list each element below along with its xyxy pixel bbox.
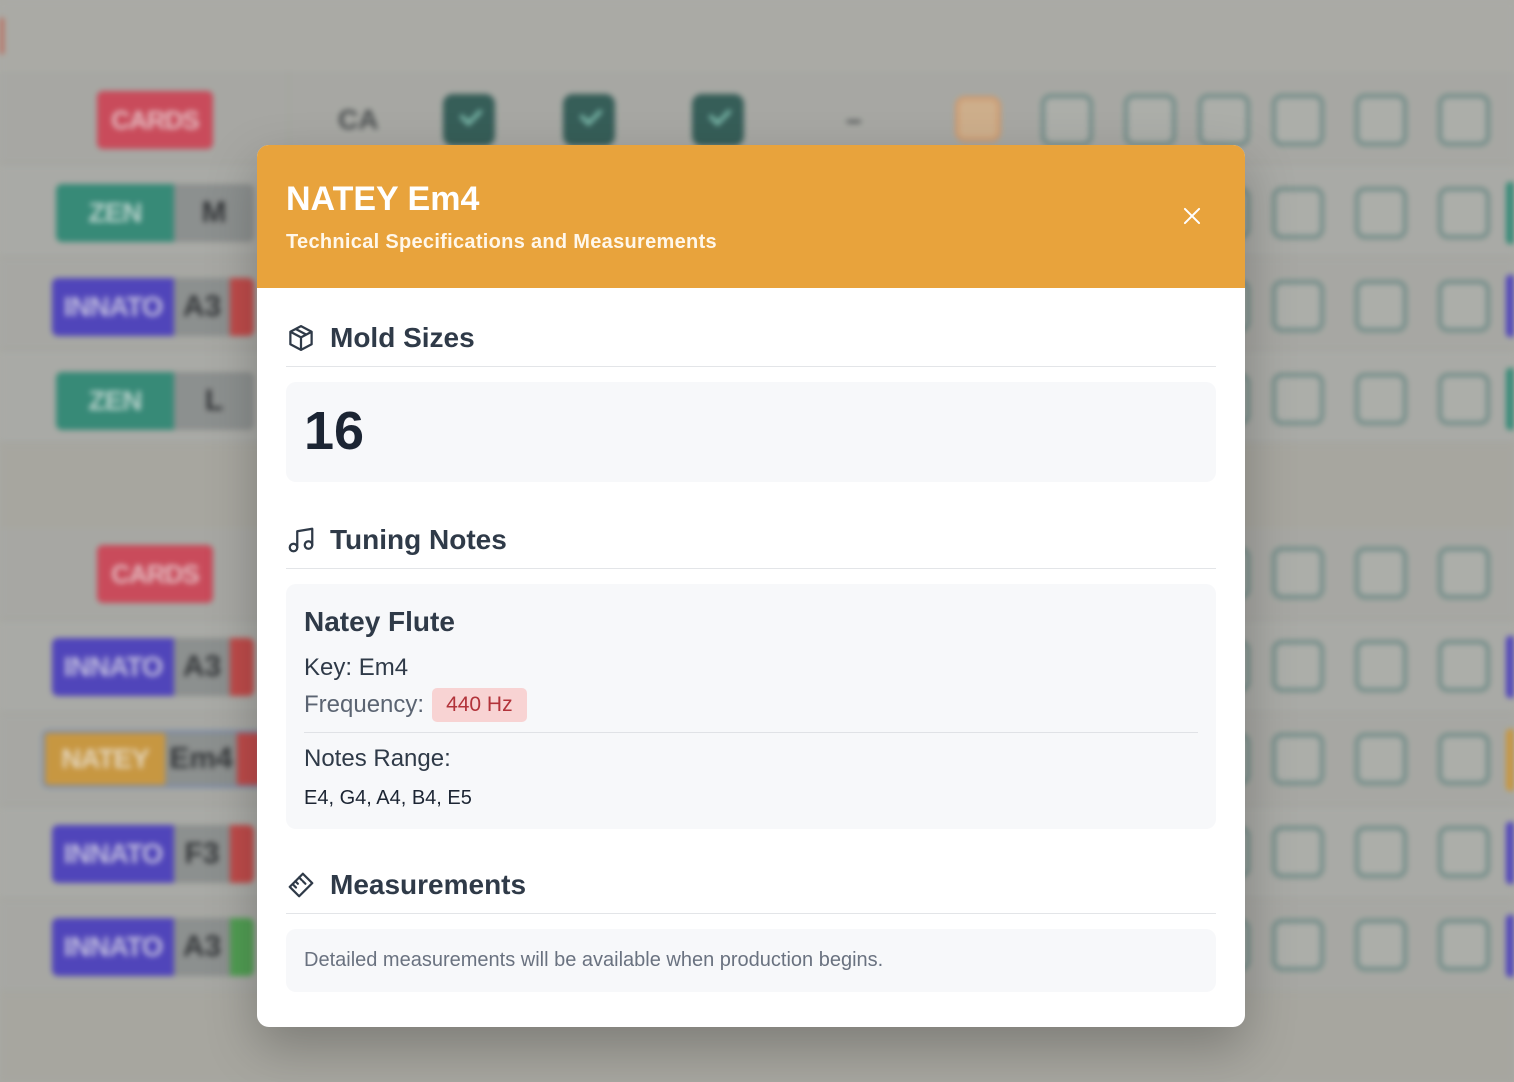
mold-size-value: 16 (304, 401, 365, 461)
music-note-icon (288, 527, 314, 553)
tuning-notes-panel: Natey Flute Key: Em4 Frequency: 440 Hz N… (286, 584, 1216, 829)
modal-subtitle: Technical Specifications and Measurement… (286, 231, 717, 253)
mold-sizes-panel: 16 (286, 382, 1216, 482)
modal-body: Mold Sizes 16 Tuning Notes Natey Flute K… (257, 288, 1245, 992)
cube-icon (289, 325, 313, 351)
measurements-panel: Detailed measurements will be available … (286, 929, 1216, 992)
measurements-header: Measurements (286, 835, 1216, 914)
instrument-name: Natey Flute (304, 606, 455, 637)
ruler-icon (288, 872, 314, 898)
frequency-label: Frequency: (304, 691, 425, 718)
mold-sizes-title: Mold Sizes (330, 322, 475, 353)
measurements-message: Detailed measurements will be available … (304, 949, 884, 971)
specs-modal: NATEY Em4 Technical Specifications and M… (257, 145, 1245, 1027)
frequency-row: Frequency: 440 Hz (304, 688, 1198, 733)
mold-sizes-header: Mold Sizes (286, 288, 1216, 367)
key-text: Key: Em4 (304, 654, 409, 681)
notes-range-label: Notes Range: (304, 745, 451, 772)
tuning-notes-title: Tuning Notes (330, 524, 507, 555)
modal-title: NATEY Em4 (286, 180, 480, 218)
tuning-notes-header: Tuning Notes (286, 490, 1216, 569)
measurements-title: Measurements (330, 869, 527, 900)
frequency-badge: 440 Hz (432, 688, 527, 722)
modal-header: NATEY Em4 Technical Specifications and M… (257, 145, 1245, 288)
close-icon[interactable] (1179, 203, 1205, 229)
notes-range-value: E4, G4, A4, B4, E5 (304, 787, 472, 809)
